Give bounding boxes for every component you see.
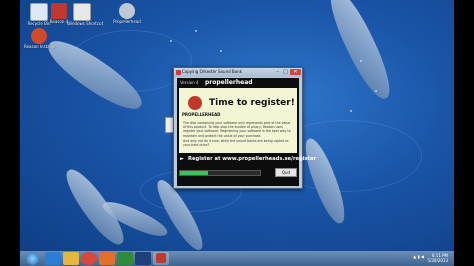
bubble: [360, 60, 362, 62]
reason-app-icon: [51, 3, 67, 19]
body-text: The disk containing your software only r…: [183, 121, 291, 138]
file-explorer-icon[interactable]: [63, 252, 79, 265]
brand-name: propellerhead: [205, 79, 253, 86]
installer-content: Version 4 propellerhead PROPELLERHEAD Ti…: [177, 78, 316, 186]
body-text-2: And why not do it now, while the sound b…: [183, 139, 289, 148]
clock[interactable]: 6:11 PM 5/30/2013: [427, 253, 448, 263]
quit-button[interactable]: Quit: [275, 168, 297, 177]
system-tray[interactable]: ▲ ▮ ◀: [413, 254, 424, 259]
internet-explorer-icon[interactable]: [45, 252, 61, 265]
close-button[interactable]: ✕: [290, 69, 301, 75]
maximize-button[interactable]: □: [282, 69, 289, 75]
headline: Time to register!: [209, 98, 295, 108]
copy-progress-bar: [179, 170, 261, 176]
taskbar: ▲ ▮ ◀ 6:11 PM 5/30/2013: [20, 251, 454, 266]
installer-window: Copying Orkester Sound Bank – □ ✕ Versio…: [173, 67, 316, 189]
clock-date: 5/30/2013: [427, 258, 448, 263]
minimize-button[interactable]: –: [274, 69, 281, 75]
propellerhead-icon: [119, 3, 135, 19]
window-title: Copying Orkester Sound Bank: [182, 69, 242, 74]
media-player-icon[interactable]: [99, 252, 115, 265]
registration-panel: PROPELLERHEAD Time to register! The disk…: [179, 88, 297, 153]
shortcut-icon: [73, 3, 91, 21]
window-titlebar[interactable]: Copying Orkester Sound Bank – □ ✕: [174, 68, 302, 77]
desktop-icon-propellerhead[interactable]: Propellerhead: [112, 3, 142, 24]
app-icon: [176, 70, 181, 75]
desktop-icon-installer[interactable]: Reason Installer: [24, 28, 56, 49]
reason-taskbar-button[interactable]: [153, 252, 169, 265]
propellerhead-logo: [188, 96, 202, 110]
chrome-icon[interactable]: [81, 252, 97, 265]
desktop-icon-shortcut[interactable]: Windows Shortcut: [67, 3, 103, 26]
wmp-icon[interactable]: [117, 252, 133, 265]
start-button[interactable]: [26, 252, 39, 265]
bubble: [375, 90, 377, 92]
installer-icon: [31, 28, 47, 44]
reason-icon: [156, 253, 166, 263]
photoshop-icon[interactable]: [135, 252, 151, 265]
register-link[interactable]: ► Register at www.propellerheads.se/regi…: [179, 156, 316, 164]
version-label: Version 4: [180, 80, 199, 85]
arrow-right-icon: ►: [180, 156, 184, 162]
bubble: [220, 50, 222, 52]
bubble: [170, 40, 172, 42]
logo-text: PROPELLERHEAD: [182, 112, 221, 117]
bubble: [195, 30, 197, 32]
bubble: [350, 110, 352, 112]
left-letterbox: [0, 0, 20, 266]
right-letterbox: [454, 0, 474, 266]
dolphin: [321, 0, 399, 105]
progress-fill: [180, 171, 208, 175]
